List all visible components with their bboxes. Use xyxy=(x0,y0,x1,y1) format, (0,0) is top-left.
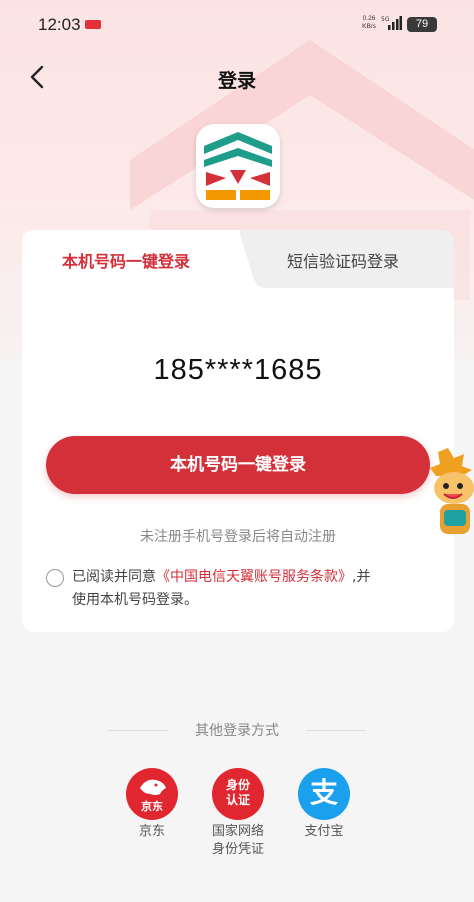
one-click-login-button[interactable]: 本机号码一键登录 xyxy=(46,436,430,494)
national-id-icon-text-2: 认证 xyxy=(225,793,250,807)
mascot-icon xyxy=(430,448,474,534)
tab-one-click-login[interactable]: 本机号码一键登录 xyxy=(62,248,190,272)
masked-phone-number: 185****1685 xyxy=(153,354,323,386)
terms-link[interactable]: 《中国电信天翼账号服务条款》 xyxy=(156,569,352,585)
jd-icon[interactable]: 京东 xyxy=(126,768,178,820)
tab-sms-login-label[interactable]: 短信验证码登录 xyxy=(287,248,399,272)
net-speed-unit: KB/s xyxy=(362,23,376,30)
battery-icon: 79 xyxy=(407,17,437,32)
divider-right xyxy=(306,730,366,731)
national-id-login[interactable]: 身份 认证 国家网络 身份凭证 xyxy=(202,768,274,859)
national-id-icon-text-1: 身份 xyxy=(225,778,250,792)
notification-badge-icon xyxy=(85,20,101,29)
national-id-icon[interactable]: 身份 认证 xyxy=(212,768,264,820)
national-id-label: 国家网络 身份凭证 xyxy=(202,823,274,859)
jd-icon-text: 京东 xyxy=(141,800,163,813)
alipay-label: 支付宝 xyxy=(304,824,344,839)
jd-login[interactable]: 京东 京东 xyxy=(116,768,188,841)
net-speed: 0.26 KB/s xyxy=(358,15,380,31)
app-logo xyxy=(196,124,280,208)
jd-label: 京东 xyxy=(138,824,165,839)
telecom-logo-icon xyxy=(204,132,272,200)
net-speed-value: 0.26 xyxy=(362,15,376,22)
national-id-label-line-1: 国家网络 xyxy=(211,824,264,839)
other-login-title: 其他登录方式 xyxy=(195,723,279,739)
status-bar: 12:03 0.26 KB/s 5G 79 xyxy=(0,0,474,50)
agreement-line-1: 已阅读并同意《中国电信天翼账号服务条款》,并 xyxy=(72,566,370,589)
page-title: 登录 xyxy=(217,70,256,92)
agreement-radio[interactable] xyxy=(46,569,64,587)
agreement-suffix: ,并 xyxy=(352,569,371,585)
agreement-prefix: 已阅读并同意 xyxy=(72,569,156,585)
alipay-icon[interactable]: 支 xyxy=(298,768,350,820)
signal-icon xyxy=(388,16,402,30)
status-time: 12:03 xyxy=(38,15,81,34)
alipay-icon-text: 支 xyxy=(309,776,338,809)
agreement-line-2: 使用本机号码登录。 xyxy=(72,592,198,608)
alipay-login[interactable]: 支 支付宝 xyxy=(288,768,360,841)
national-id-label-line-2: 身份凭证 xyxy=(211,842,264,857)
auto-register-hint: 未注册手机号登录后将自动注册 xyxy=(140,529,336,545)
login-card: 本机号码一键登录 短信验证码登录 185****1685 本机号码一键登录 未注… xyxy=(22,230,454,632)
